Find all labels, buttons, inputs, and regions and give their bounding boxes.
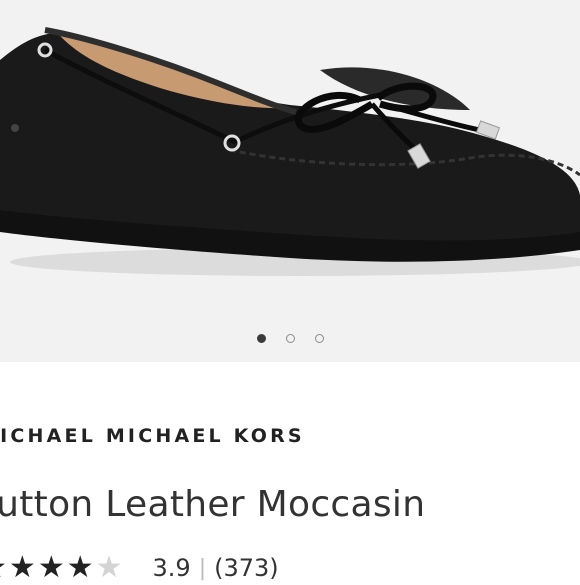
review-count[interactable]: (373) <box>214 554 279 582</box>
brand-name[interactable]: MICHAEL MICHAEL KORS <box>0 425 305 447</box>
gallery-dot-1[interactable] <box>256 334 266 343</box>
gallery-dot-2[interactable] <box>285 334 295 343</box>
rating-divider: | <box>198 555 207 581</box>
moccasin-shoe-image <box>0 27 580 276</box>
product-image-gallery[interactable] <box>0 0 580 362</box>
gallery-pagination <box>0 334 580 343</box>
gallery-dot-3[interactable] <box>314 334 324 343</box>
product-title: Sutton Leather Moccasin <box>0 484 426 525</box>
rating-value: 3.9 <box>152 554 191 582</box>
